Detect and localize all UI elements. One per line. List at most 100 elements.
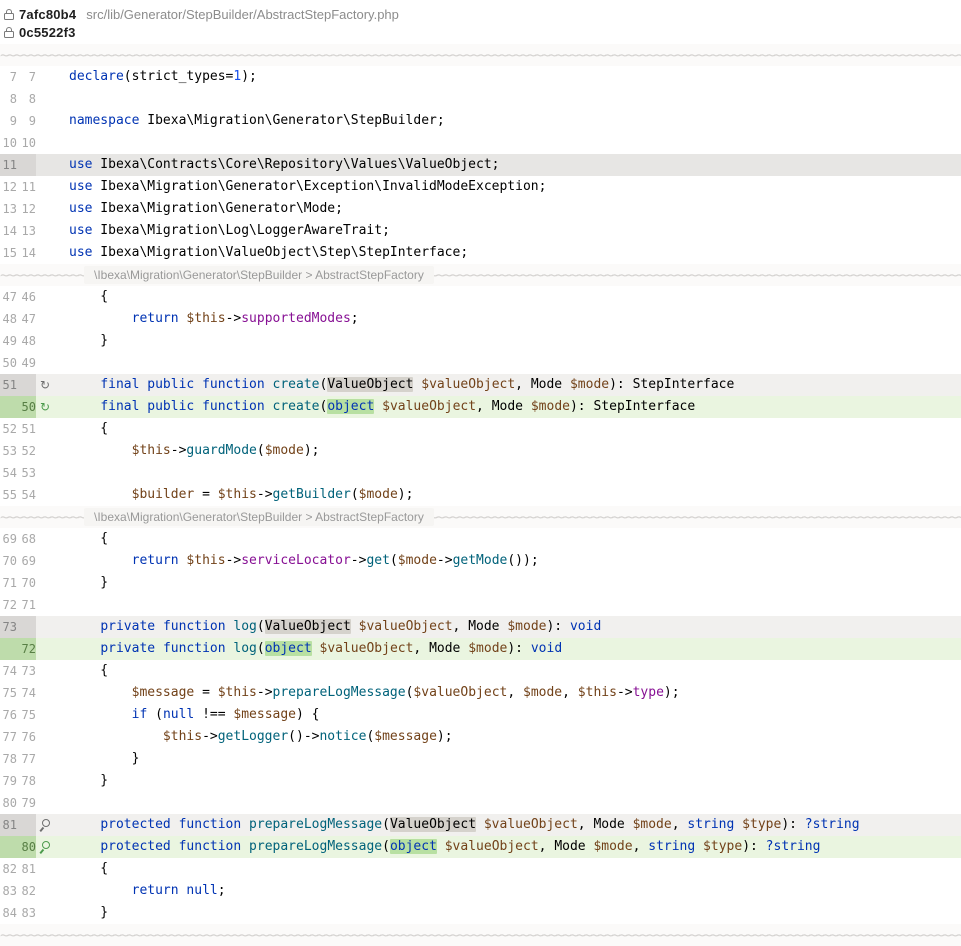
- line-numbers: 8079: [0, 792, 36, 814]
- circular-arrow-icon[interactable]: ↻: [38, 400, 52, 414]
- code-token: type: [633, 685, 664, 700]
- code-line[interactable]: return $this->supportedModes;: [69, 308, 961, 330]
- gutter: [36, 154, 69, 176]
- code-token: [155, 619, 163, 634]
- code-line[interactable]: private function log(object $valueObject…: [69, 638, 961, 660]
- line-numbers: 7069: [0, 550, 36, 572]
- code-token: function: [202, 399, 265, 414]
- diff-line: 8079: [0, 792, 961, 814]
- code-line[interactable]: $builder = $this->getBuilder($mode);: [69, 484, 961, 506]
- code-line[interactable]: {: [69, 660, 961, 682]
- line-number-new: 11: [20, 176, 36, 198]
- code-line[interactable]: }: [69, 572, 961, 594]
- line-numbers: 4948: [0, 330, 36, 352]
- line-numbers: 1514: [0, 242, 36, 264]
- code-line[interactable]: [69, 462, 961, 484]
- line-number-new: 49: [20, 352, 36, 374]
- code-token: ->: [202, 729, 218, 744]
- code-line[interactable]: namespace Ibexa\Migration\Generator\Step…: [69, 110, 961, 132]
- code-line[interactable]: {: [69, 286, 961, 308]
- diff-line: 1514 use Ibexa\Migration\ValueObject\Step…: [0, 242, 961, 264]
- code-token: declare: [69, 69, 124, 84]
- code-line[interactable]: [69, 132, 961, 154]
- diff-line: 8483 }: [0, 902, 961, 924]
- magnifier-icon[interactable]: [38, 840, 52, 854]
- code-token: log: [233, 641, 256, 656]
- diff-line: 7877 }: [0, 748, 961, 770]
- code-line[interactable]: }: [69, 330, 961, 352]
- code-line[interactable]: $this->guardMode($mode);: [69, 440, 961, 462]
- code-line[interactable]: [69, 594, 961, 616]
- code-token: [265, 377, 273, 392]
- collapsed-region-separator: \Ibexa\Migration\Generator\StepBuilder >…: [0, 506, 961, 528]
- code-line[interactable]: final public function create(ValueObject…: [69, 374, 961, 396]
- code-token: getLogger: [218, 729, 288, 744]
- code-token: [69, 641, 100, 656]
- code-line[interactable]: if (null !== $message) {: [69, 704, 961, 726]
- code-token: ,: [507, 685, 523, 700]
- code-line[interactable]: use Ibexa\Contracts\Core\Repository\Valu…: [69, 154, 961, 176]
- magnifier-icon[interactable]: [38, 818, 52, 832]
- code-token: [69, 377, 100, 392]
- code-line[interactable]: {: [69, 418, 961, 440]
- collapsed-region-label[interactable]: \Ibexa\Migration\Generator\StepBuilder >…: [84, 508, 434, 526]
- code-line[interactable]: {: [69, 858, 961, 880]
- code-token: (: [351, 487, 359, 502]
- code-line[interactable]: final public function create(object $val…: [69, 396, 961, 418]
- code-token: function: [163, 641, 226, 656]
- code-line[interactable]: $this->getLogger()->notice($message);: [69, 726, 961, 748]
- code-token: [476, 817, 484, 832]
- line-number-old: 72: [1, 594, 17, 616]
- code-line[interactable]: use Ibexa\Migration\Log\LoggerAwareTrait…: [69, 220, 961, 242]
- code-line[interactable]: }: [69, 770, 961, 792]
- circular-arrow-icon[interactable]: ↻: [38, 378, 52, 392]
- diff-view[interactable]: 77declare(strict_types=1);8899namespace …: [0, 44, 961, 946]
- code-line[interactable]: declare(strict_types=1);: [69, 66, 961, 88]
- line-number-new: 75: [20, 704, 36, 726]
- gutter: [36, 748, 69, 770]
- code-line[interactable]: }: [69, 902, 961, 924]
- code-line[interactable]: }: [69, 748, 961, 770]
- code-line[interactable]: use Ibexa\Migration\Generator\Exception\…: [69, 176, 961, 198]
- code-line[interactable]: private function log(ValueObject $valueO…: [69, 616, 961, 638]
- code-token: ):: [546, 619, 569, 634]
- code-line[interactable]: protected function prepareLogMessage(obj…: [69, 836, 961, 858]
- code-token: ValueObject: [265, 619, 351, 634]
- code-token: log: [233, 619, 256, 634]
- code-line[interactable]: $message = $this->prepareLogMessage($val…: [69, 682, 961, 704]
- diff-line: 5049: [0, 352, 961, 374]
- line-number-old: 14: [1, 220, 17, 242]
- code-line[interactable]: return null;: [69, 880, 961, 902]
- code-line[interactable]: protected function prepareLogMessage(Val…: [69, 814, 961, 836]
- code-token: $this: [132, 443, 171, 458]
- line-number-new: 80: [20, 836, 36, 858]
- gutter: [36, 726, 69, 748]
- code-token: );: [304, 443, 320, 458]
- code-token: !==: [194, 707, 233, 722]
- diff-line: 5554 $builder = $this->getBuilder($mode)…: [0, 484, 961, 506]
- code-token: $builder: [132, 487, 195, 502]
- code-token: [734, 817, 742, 832]
- line-numbers: 5352: [0, 440, 36, 462]
- code-token: $mode: [531, 399, 570, 414]
- diff-line: 1010: [0, 132, 961, 154]
- code-line[interactable]: return $this->serviceLocator->get($mode-…: [69, 550, 961, 572]
- line-number-old: 83: [1, 880, 17, 902]
- code-token: $valueObject: [445, 839, 539, 854]
- code-token: object: [327, 399, 374, 414]
- gutter: [36, 110, 69, 132]
- code-line[interactable]: [69, 792, 961, 814]
- code-token: $valueObject: [413, 685, 507, 700]
- line-numbers: 77: [0, 66, 36, 88]
- code-line[interactable]: [69, 88, 961, 110]
- code-line[interactable]: use Ibexa\Migration\ValueObject\Step\Ste…: [69, 242, 961, 264]
- code-token: ()->: [288, 729, 319, 744]
- gutter: [36, 638, 69, 660]
- code-token: [155, 641, 163, 656]
- code-line[interactable]: use Ibexa\Migration\Generator\Mode;: [69, 198, 961, 220]
- gutter: ↻: [36, 374, 69, 396]
- code-line[interactable]: [69, 352, 961, 374]
- collapsed-region-label[interactable]: \Ibexa\Migration\Generator\StepBuilder >…: [84, 266, 434, 284]
- code-line[interactable]: {: [69, 528, 961, 550]
- gutter: [36, 572, 69, 594]
